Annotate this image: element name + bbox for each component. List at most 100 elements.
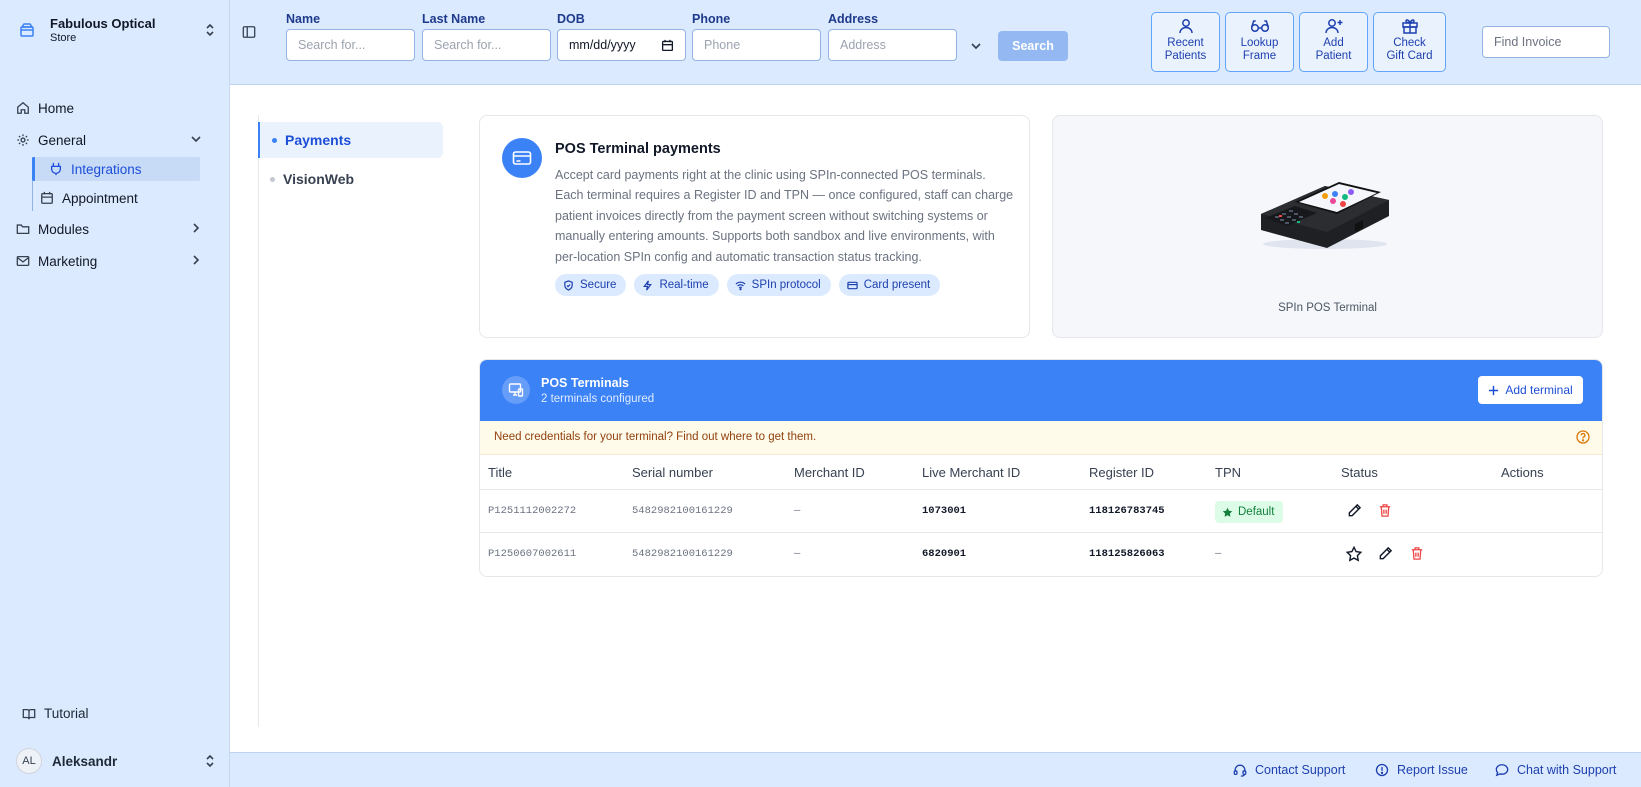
nav-home[interactable]: Home bbox=[16, 96, 216, 120]
store-name: Fabulous Optical bbox=[50, 16, 156, 31]
edit-pencil-icon[interactable] bbox=[1378, 546, 1393, 561]
add-patient-line2: Patient bbox=[1315, 50, 1352, 62]
tab-payments-label: Payments bbox=[285, 132, 352, 148]
name-input[interactable]: Search for... bbox=[286, 29, 415, 61]
sidebar: Fabulous Optical Store Home General Inte… bbox=[0, 0, 230, 787]
sidebar-toggle-icon[interactable] bbox=[242, 25, 256, 39]
cell-register-id: 118126783745 bbox=[1089, 505, 1165, 517]
gear-icon bbox=[17, 134, 29, 146]
headset-icon bbox=[1233, 764, 1247, 777]
cell-merchant-id: — bbox=[794, 505, 801, 517]
nav-home-label: Home bbox=[38, 100, 75, 116]
nav-appointment-label: Appointment bbox=[62, 190, 138, 206]
phone-input[interactable]: Phone bbox=[692, 29, 821, 61]
tag-spin-protocol: SPIn protocol bbox=[726, 274, 831, 296]
col-tpn: TPN bbox=[1215, 465, 1241, 480]
tutorial-label: Tutorial bbox=[44, 706, 89, 721]
alert-circle-icon bbox=[1375, 763, 1389, 777]
last-name-label: Last Name bbox=[422, 12, 486, 26]
pos-terminals-panel: POS Terminals 2 terminals configured Add… bbox=[479, 359, 1603, 577]
delete-trash-icon[interactable] bbox=[1378, 503, 1392, 518]
recent-patients-button[interactable]: Recent Patients bbox=[1151, 12, 1220, 72]
nav-integrations[interactable]: Integrations bbox=[32, 157, 200, 181]
address-input[interactable]: Address bbox=[828, 29, 957, 61]
delete-trash-icon[interactable] bbox=[1410, 546, 1424, 561]
tag-spin-protocol-label: SPIn protocol bbox=[751, 279, 821, 291]
star-outline-icon[interactable] bbox=[1346, 546, 1362, 562]
nav-appointment[interactable]: Appointment bbox=[40, 186, 138, 210]
check-gift-card-button[interactable]: Check Gift Card bbox=[1373, 12, 1446, 72]
tag-real-time: Real-time bbox=[634, 274, 719, 296]
image-caption: SPIn POS Terminal bbox=[1278, 302, 1377, 314]
tab-visionweb[interactable]: VisionWeb bbox=[258, 161, 443, 197]
status-badge-label: Default bbox=[1238, 506, 1275, 518]
card-title: POS Terminal payments bbox=[555, 141, 721, 157]
check-gift-card-line2: Gift Card bbox=[1386, 50, 1433, 62]
home-icon bbox=[17, 101, 29, 114]
user-menu[interactable]: AL Aleksandr bbox=[16, 748, 216, 774]
address-label: Address bbox=[828, 12, 879, 26]
chat-support-link[interactable]: Chat with Support bbox=[1495, 763, 1616, 777]
tutorial-link[interactable]: Tutorial bbox=[22, 706, 89, 721]
tab-payments[interactable]: Payments bbox=[258, 122, 443, 158]
table-row: P1250607002611 5482982100161229 — 682090… bbox=[480, 533, 1602, 576]
col-status: Status bbox=[1341, 465, 1378, 480]
edit-pencil-icon[interactable] bbox=[1347, 503, 1362, 518]
add-patient-button[interactable]: Add Patient bbox=[1299, 12, 1368, 72]
lightning-icon bbox=[643, 280, 653, 290]
tab-visionweb-label: VisionWeb bbox=[283, 171, 355, 187]
recent-patients-line1: Recent bbox=[1167, 37, 1204, 49]
dob-label: DOB bbox=[557, 12, 585, 26]
chat-support-label: Chat with Support bbox=[1517, 763, 1617, 777]
name-field: Name Search for... bbox=[286, 12, 415, 61]
last-name-input[interactable]: Search for... bbox=[422, 29, 551, 61]
dob-input[interactable]: mm/dd/yyyy bbox=[557, 29, 686, 61]
calendar-icon[interactable] bbox=[661, 39, 674, 52]
more-filters-chevron-icon[interactable] bbox=[970, 40, 982, 52]
col-serial: Serial number bbox=[632, 465, 713, 480]
terminal-monitor-icon bbox=[502, 376, 530, 404]
credentials-notice-text[interactable]: Need credentials for your terminal? Find… bbox=[494, 431, 816, 443]
col-register-id: Register ID bbox=[1089, 465, 1155, 480]
find-invoice-input[interactable]: Find Invoice bbox=[1482, 26, 1610, 58]
cell-serial: 5482982100161229 bbox=[632, 548, 733, 560]
shield-check-icon bbox=[564, 279, 573, 291]
terminals-header: POS Terminals 2 terminals configured Add… bbox=[480, 360, 1602, 421]
report-issue-label: Report Issue bbox=[1397, 763, 1468, 777]
user-icon bbox=[1178, 19, 1193, 34]
lookup-frame-button[interactable]: Lookup Frame bbox=[1225, 12, 1294, 72]
nav-general-label: General bbox=[38, 132, 87, 148]
tag-real-time-label: Real-time bbox=[659, 279, 709, 291]
contact-support-link[interactable]: Contact Support bbox=[1233, 763, 1345, 777]
name-label: Name bbox=[286, 12, 321, 26]
pos-info-card: POS Terminal payments Accept card paymen… bbox=[479, 115, 1030, 338]
col-title: Title bbox=[488, 465, 513, 480]
chevron-updown-icon bbox=[206, 754, 214, 768]
search-button[interactable]: Search bbox=[998, 31, 1068, 61]
add-terminal-button[interactable]: Add terminal bbox=[1478, 376, 1583, 404]
help-circle-icon[interactable] bbox=[1576, 430, 1590, 444]
wifi-icon bbox=[735, 281, 746, 290]
table-row: P1251112002272 5482982100161229 — 107300… bbox=[480, 490, 1602, 533]
report-issue-link[interactable]: Report Issue bbox=[1375, 763, 1468, 777]
nav-modules[interactable]: Modules bbox=[16, 217, 216, 241]
nav-general[interactable]: General bbox=[16, 128, 216, 152]
store-switcher[interactable]: Fabulous Optical Store bbox=[18, 14, 218, 46]
add-patient-line1: Add bbox=[1323, 37, 1344, 49]
tag-card-present-label: Card present bbox=[863, 279, 931, 291]
book-icon bbox=[22, 708, 36, 719]
nav-marketing[interactable]: Marketing bbox=[16, 249, 216, 273]
lookup-frame-line1: Lookup bbox=[1240, 37, 1279, 49]
inactive-dot bbox=[270, 176, 275, 182]
phone-label: Phone bbox=[692, 12, 731, 26]
address-field: Address Address bbox=[828, 12, 957, 61]
nav-modules-label: Modules bbox=[38, 221, 90, 237]
cell-merchant-id: — bbox=[794, 548, 801, 560]
gift-icon bbox=[1401, 19, 1418, 34]
chevron-right-icon bbox=[193, 255, 200, 265]
plug-icon bbox=[50, 162, 62, 176]
star-filled-icon bbox=[1222, 507, 1233, 517]
terminals-title: POS Terminals bbox=[541, 376, 629, 390]
pos-terminal-image-card: SPIn POS Terminal bbox=[1052, 115, 1603, 338]
terminals-count: 2 terminals configured bbox=[541, 393, 655, 405]
